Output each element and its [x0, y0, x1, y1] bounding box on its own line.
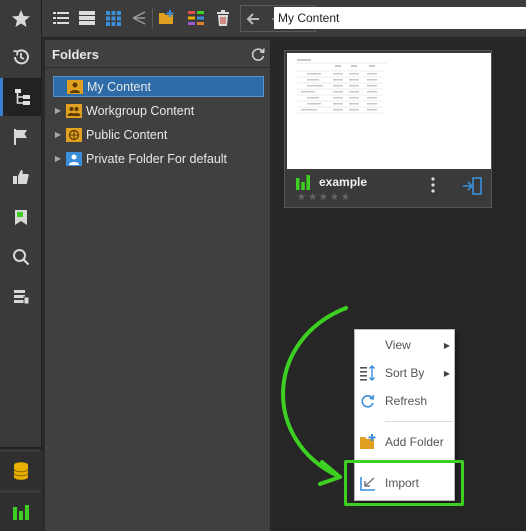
globe-folder-icon: [66, 127, 82, 142]
menu-item-add-folder[interactable]: Add Folder: [355, 429, 456, 455]
grid-icon: [105, 10, 121, 26]
categorize-button[interactable]: [185, 7, 207, 29]
card-title: example: [319, 175, 368, 189]
history-icon: [13, 49, 29, 65]
star-icon: [12, 10, 30, 27]
expand-arrow-icon[interactable]: ▶: [53, 154, 63, 163]
bar-chart-icon: [296, 175, 310, 190]
user-folder-icon: [67, 79, 83, 94]
menu-item-sort-by[interactable]: Sort By ▶: [355, 360, 456, 386]
folder-my-content[interactable]: My Content: [53, 76, 264, 97]
search-icon: [13, 249, 30, 266]
report-thumbnail: [287, 53, 491, 169]
left-nav-rail: [0, 0, 42, 531]
favorites-nav-button[interactable]: [0, 0, 42, 38]
folder-private[interactable]: ▶ Private Folder For default: [53, 148, 264, 169]
report-list-icon: [14, 290, 30, 305]
folder-workgroup-content[interactable]: ▶ Workgroup Content: [53, 100, 264, 121]
folder-add-icon: [360, 434, 376, 449]
recent-nav-button[interactable]: [0, 38, 42, 76]
trash-icon: [217, 10, 229, 26]
likes-nav-button[interactable]: [0, 158, 42, 196]
new-folder-button[interactable]: [156, 7, 178, 29]
refresh-icon[interactable]: [250, 46, 266, 62]
menu-item-label: Add Folder: [385, 435, 444, 449]
private-folder-icon: [66, 151, 82, 166]
thumbs-up-icon: [13, 170, 29, 184]
flag-icon: [14, 129, 27, 145]
menu-divider: [385, 421, 453, 422]
card-footer: example ★★★★★: [285, 169, 491, 207]
sort-icon: [360, 365, 375, 381]
detail-list-icon: [79, 11, 95, 25]
bookmark-nav-button[interactable]: [0, 198, 42, 236]
database-nav-button[interactable]: [0, 452, 42, 490]
menu-item-refresh[interactable]: Refresh: [355, 388, 456, 414]
submenu-arrow-icon: ▶: [443, 340, 450, 350]
menu-item-label: Sort By: [385, 366, 425, 380]
refresh-icon: [361, 394, 375, 408]
list-icon: [53, 12, 69, 24]
import-highlight-box: [344, 460, 464, 506]
folders-header: Folders: [45, 40, 271, 68]
rail-divider: [0, 447, 42, 449]
group-folder-icon: [66, 103, 82, 118]
list-view-button[interactable]: [50, 7, 72, 29]
submenu-arrow-icon: ▶: [443, 368, 450, 378]
rating-stars[interactable]: ★★★★★: [297, 192, 352, 203]
bookmark-icon: [15, 210, 27, 225]
hierarchy-icon: [132, 11, 146, 25]
content-tree-nav-button[interactable]: [0, 78, 42, 116]
toolbar-divider: [152, 8, 153, 28]
flag-nav-button[interactable]: [0, 118, 42, 156]
expand-arrow-icon[interactable]: ▶: [53, 106, 63, 115]
database-icon: [13, 462, 29, 480]
delete-button[interactable]: [212, 7, 234, 29]
more-options-icon[interactable]: [429, 175, 437, 195]
expand-arrow-icon[interactable]: ▶: [53, 130, 63, 139]
folder-label: Workgroup Content: [86, 103, 195, 118]
arrow-left-icon: [246, 13, 259, 25]
data-nav-button[interactable]: [0, 278, 42, 316]
menu-item-view[interactable]: View ▶: [355, 332, 456, 358]
menu-item-label: View: [385, 338, 411, 352]
content-card-example[interactable]: example ★★★★★: [284, 50, 492, 208]
path-input[interactable]: [274, 7, 526, 29]
analytics-nav-button[interactable]: [0, 493, 42, 531]
folder-public-content[interactable]: ▶ Public Content: [53, 124, 264, 145]
folder-label: Public Content: [86, 127, 168, 142]
back-button[interactable]: [242, 8, 264, 30]
detail-view-button[interactable]: [76, 7, 98, 29]
folder-label: Private Folder For default: [86, 151, 228, 166]
search-nav-button[interactable]: [0, 238, 42, 276]
menu-item-label: Refresh: [385, 394, 428, 408]
tree-view-button[interactable]: [128, 7, 150, 29]
bar-chart-icon: [13, 505, 29, 520]
folder-label: My Content: [87, 79, 151, 94]
tile-view-button[interactable]: [102, 7, 124, 29]
folder-tree-icon: [14, 89, 30, 105]
folder-add-icon: [159, 10, 174, 24]
color-tags-icon: [188, 11, 204, 25]
folders-panel: Folders My Content ▶ Workgroup Content ▶…: [45, 40, 271, 531]
folders-title: Folders: [52, 47, 99, 62]
open-report-icon[interactable]: [461, 177, 483, 195]
